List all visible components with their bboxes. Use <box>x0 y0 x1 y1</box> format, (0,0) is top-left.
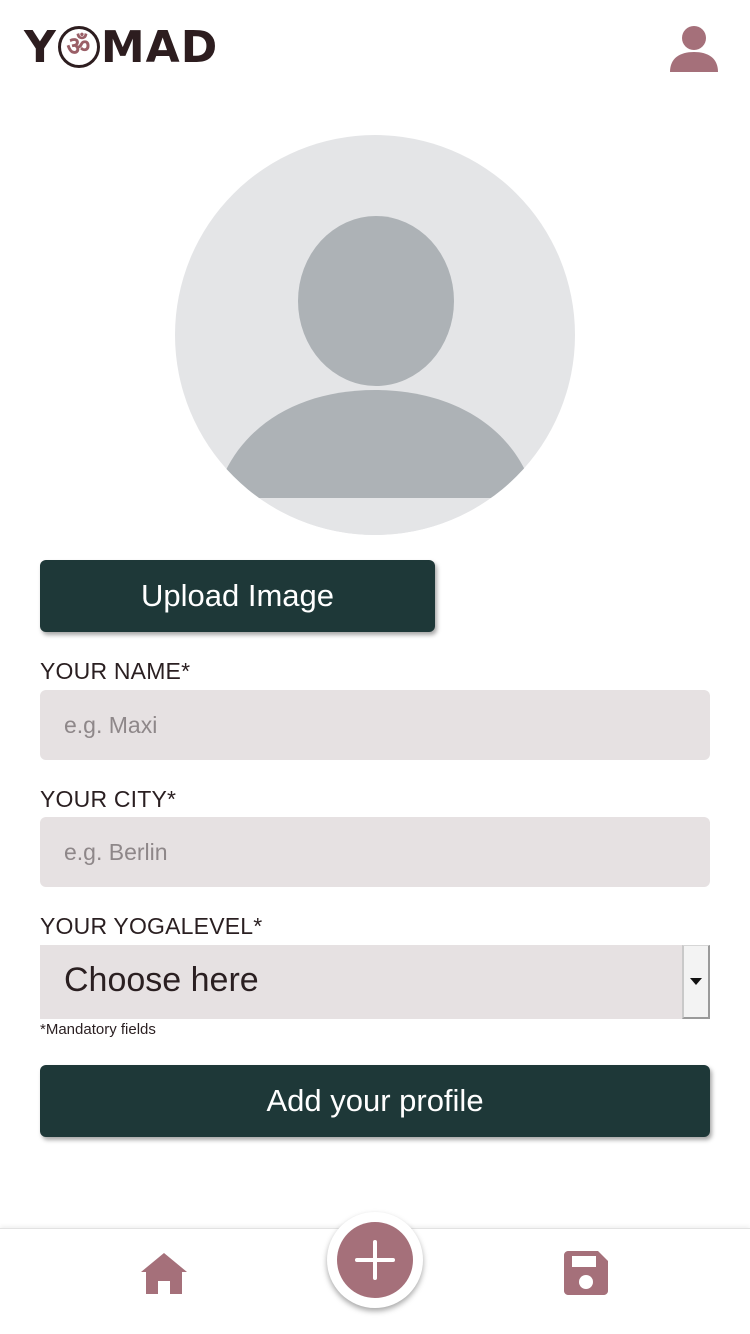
app-logo: Y ॐ MAD <box>24 21 219 73</box>
upload-image-button[interactable]: Upload Image <box>40 560 435 632</box>
avatar-placeholder-icon <box>175 216 575 535</box>
nav-add-button[interactable] <box>327 1212 423 1308</box>
plus-icon <box>355 1240 395 1280</box>
mandatory-fields-note: *Mandatory fields <box>40 1021 156 1038</box>
nav-save-button[interactable] <box>564 1251 608 1295</box>
nav-home-button[interactable] <box>139 1250 189 1296</box>
profile-button[interactable] <box>668 22 720 74</box>
yogalevel-selected-value: Choose here <box>64 961 259 999</box>
city-input[interactable] <box>40 817 710 887</box>
city-label: YOUR CITY* <box>40 786 177 812</box>
add-button-circle <box>337 1222 413 1298</box>
name-label: YOUR NAME* <box>40 658 191 684</box>
avatar-placeholder <box>175 135 575 535</box>
chevron-down-icon <box>690 978 702 985</box>
user-icon <box>670 26 718 72</box>
add-profile-button[interactable]: Add your profile <box>40 1065 710 1137</box>
floppy-disk-icon <box>564 1251 608 1295</box>
om-symbol-icon: ॐ <box>57 26 100 68</box>
logo-text-prefix: Y <box>24 21 57 73</box>
logo-text-suffix: MAD <box>100 21 219 73</box>
home-icon <box>141 1253 187 1294</box>
yogalevel-select[interactable]: Choose here <box>40 945 710 1019</box>
name-input[interactable] <box>40 690 710 760</box>
yogalevel-label: YOUR YOGALEVEL* <box>40 913 263 939</box>
create-profile-screen: YॐMAD Upload Image YOUR NAME* YOUR CITY*… <box>0 0 750 1334</box>
select-dropdown-button[interactable] <box>682 945 710 1019</box>
